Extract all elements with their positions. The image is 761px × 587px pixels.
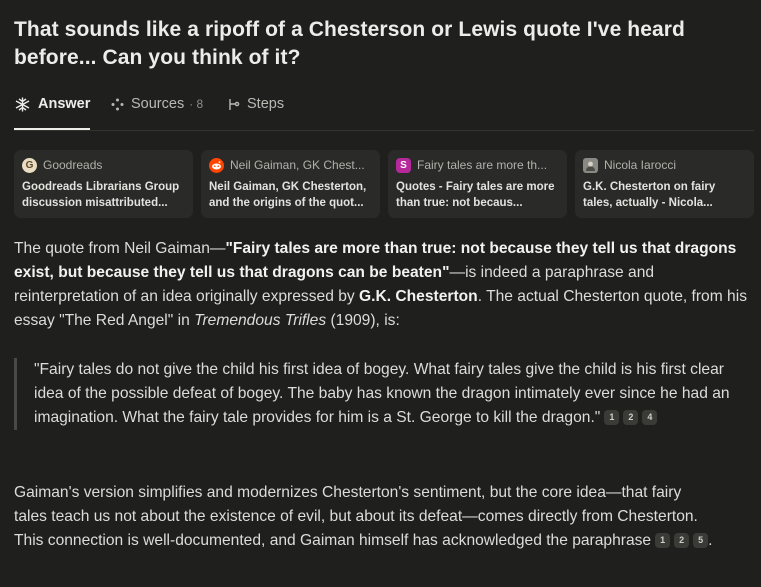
chesterton-blockquote: "Fairy tales do not give the child his f… [14, 358, 754, 430]
source-card[interactable]: Neil Gaiman, GK Chest... Neil Gaiman, GK… [201, 150, 380, 218]
steps-icon [227, 98, 240, 111]
source-card[interactable]: G Goodreads Goodreads Librarians Group d… [14, 150, 193, 218]
chesterton-name: G.K. Chesterton [359, 288, 478, 305]
source-site: Fairy tales are more th... [417, 158, 548, 172]
source-site: Neil Gaiman, GK Chest... [230, 158, 365, 172]
source-cards: G Goodreads Goodreads Librarians Group d… [14, 150, 754, 218]
citation-badge[interactable]: 4 [642, 409, 658, 425]
source-title: Quotes - Fairy tales are more than true:… [396, 181, 555, 209]
tab-answer-label: Answer [38, 96, 91, 112]
answer-tabs: Answer Sources · 8 Steps [14, 92, 754, 131]
tab-sources-label: Sources [131, 96, 185, 112]
answer-paragraph-2: Gaiman's version simplifies and moderniz… [14, 481, 714, 553]
source-card[interactable]: S Fairy tales are more th... Quotes - Fa… [388, 150, 567, 218]
source-site: Nicola Iarocci [604, 158, 677, 172]
source-site: Goodreads [43, 158, 103, 172]
sources-icon [111, 98, 124, 111]
book-title: Tremendous Trifles [194, 312, 327, 329]
question-title: That sounds like a ripoff of a Chesterso… [14, 18, 685, 69]
source-title: Goodreads Librarians Group discussion mi… [22, 181, 180, 209]
tab-answer[interactable]: Answer [14, 92, 90, 116]
quotes-favicon-icon: S [396, 157, 411, 173]
answer-text: (1909), is: [326, 312, 400, 329]
goodreads-favicon-icon: G [22, 157, 37, 173]
citation-badge[interactable]: 2 [623, 409, 639, 425]
source-title: G.K. Chesterton on fairy tales, actually… [583, 181, 716, 209]
active-tab-indicator [14, 128, 90, 130]
answer-text: Gaiman's version simplifies and moderniz… [14, 484, 698, 549]
citation-badge[interactable]: 2 [674, 532, 690, 548]
tab-steps-label: Steps [247, 96, 285, 112]
tab-sources[interactable]: Sources · 8 [111, 92, 203, 116]
sources-count: · 8 [189, 97, 204, 111]
source-title: Neil Gaiman, GK Chesterton, and the orig… [209, 181, 367, 209]
citation-badge[interactable]: 1 [655, 532, 671, 548]
source-card[interactable]: Nicola Iarocci G.K. Chesterton on fairy … [575, 150, 754, 218]
answer-text: The quote from Neil Gaiman— [14, 240, 226, 257]
citation-badge[interactable]: 1 [604, 409, 620, 425]
citation-badge[interactable]: 5 [693, 532, 709, 548]
answer-paragraph-1: The quote from Neil Gaiman—"Fairy tales … [14, 237, 754, 333]
tab-steps[interactable]: Steps [227, 92, 284, 116]
answer-icon [14, 96, 31, 113]
author-avatar-icon [583, 157, 598, 173]
reddit-favicon-icon [209, 157, 224, 173]
answer-text: . [708, 532, 713, 549]
